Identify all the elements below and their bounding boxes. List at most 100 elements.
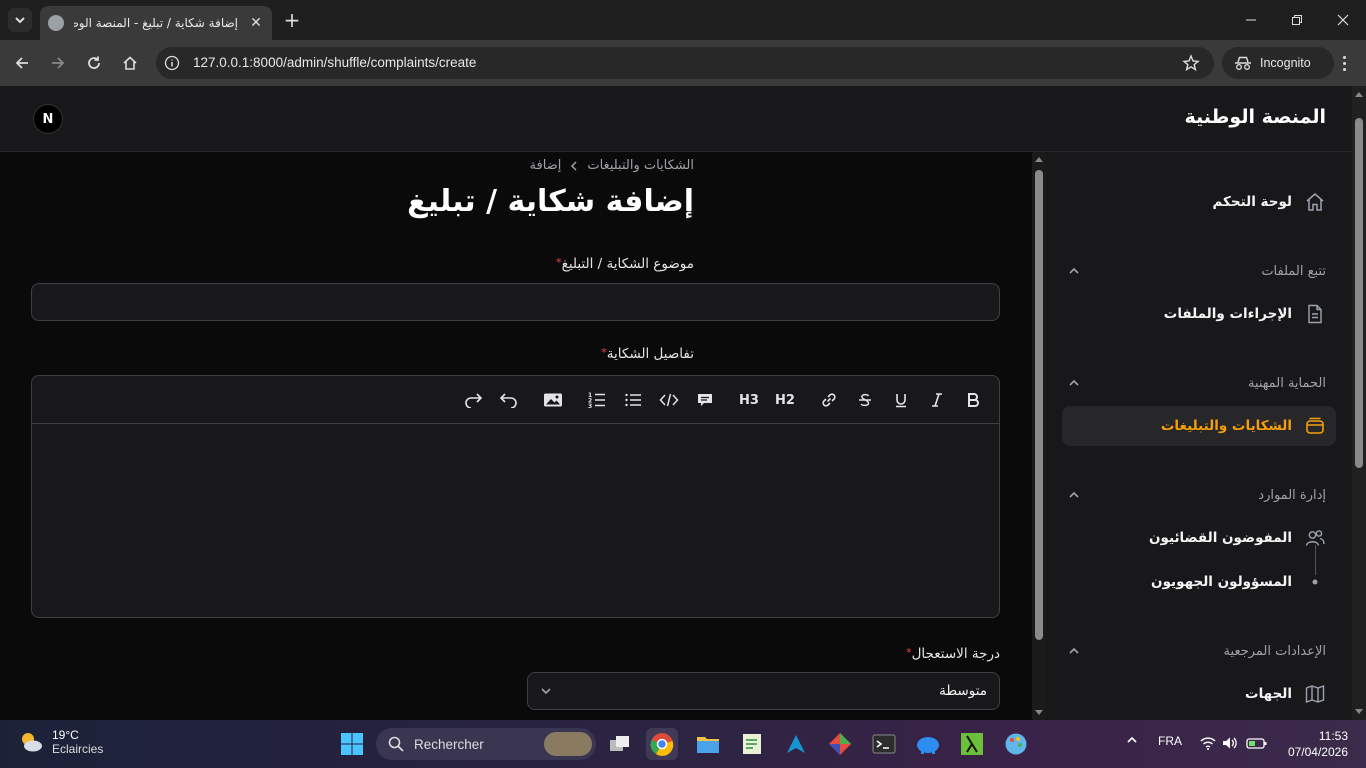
chevron-left-icon: [571, 160, 577, 171]
sidebar-item-bailiffs[interactable]: المفوضون القضائيون: [1062, 518, 1336, 558]
sidebar-item-regional-officers[interactable]: المسؤولون الجهويون: [1062, 562, 1336, 602]
link-button[interactable]: [817, 388, 841, 412]
info-icon[interactable]: [164, 55, 180, 71]
paint-app[interactable]: [1000, 728, 1032, 760]
partly-sunny-icon: [22, 733, 42, 752]
forward-button[interactable]: [46, 51, 70, 75]
page-scrollbar-thumb[interactable]: [1355, 118, 1363, 468]
tab-search-button[interactable]: [8, 8, 32, 32]
sidebar-item-label: المسؤولون الجهويون: [1151, 574, 1292, 590]
breadcrumb: الشكايات والتبليغات إضافة: [530, 158, 694, 173]
cloud-app[interactable]: [912, 728, 944, 760]
windows-icon: [341, 733, 363, 755]
ordered-list-icon: 123: [588, 392, 605, 409]
bold-icon: [968, 393, 979, 407]
attach-image-button[interactable]: [541, 388, 565, 412]
chevron-up-icon: [1069, 491, 1079, 498]
url-text: 127.0.0.1:8000/admin/shuffle/complaints/…: [193, 55, 477, 70]
sidebar-item-dashboard[interactable]: لوحة التحكم: [1062, 182, 1336, 222]
sidebar-item-complaints[interactable]: الشكايات والتبليغات: [1062, 406, 1336, 446]
main-scrollbar-thumb[interactable]: [1035, 170, 1043, 640]
home-icon: [123, 56, 137, 70]
task-view-button[interactable]: [604, 728, 636, 760]
home-button[interactable]: [118, 51, 142, 75]
start-button[interactable]: [336, 728, 368, 760]
brand-title[interactable]: المنصة الوطنية: [1185, 106, 1327, 128]
code-block-button[interactable]: [657, 388, 681, 412]
page-scrollbar[interactable]: [1352, 86, 1366, 720]
underline-icon: [896, 394, 906, 408]
sidebar-item-label: الشكايات والتبليغات: [1160, 418, 1292, 434]
tab-close-icon[interactable]: ✕: [248, 15, 264, 31]
terminal-app[interactable]: [868, 728, 900, 760]
sidebar-item-regions[interactable]: الجهات: [1062, 674, 1336, 714]
notepad-app[interactable]: [736, 728, 768, 760]
underline-button[interactable]: [889, 388, 913, 412]
browser-menu-button[interactable]: [1336, 52, 1352, 74]
sidebar-item-procedures[interactable]: الإجراءات والملفات: [1062, 294, 1336, 334]
page-title: إضافة شكاية / تبليغ: [407, 184, 694, 219]
reload-icon: [88, 56, 100, 69]
colorful-app[interactable]: [824, 728, 856, 760]
main-scrollbar[interactable]: [1032, 152, 1046, 720]
sidebar-group-label: إدارة الموارد: [1258, 487, 1326, 503]
italic-button[interactable]: [925, 388, 949, 412]
chevron-down-icon: [541, 688, 551, 695]
sidebar-group-resources[interactable]: إدارة الموارد: [1068, 483, 1326, 507]
os-taskbar: 19°C Eclaircies Rechercher FRA 11:53 07/…: [0, 720, 1366, 768]
lambda-app[interactable]: [956, 728, 988, 760]
volume-icon[interactable]: [1222, 736, 1238, 750]
blockquote-button[interactable]: [693, 388, 717, 412]
weather-condition: Eclaircies: [52, 742, 104, 756]
close-window-button[interactable]: [1320, 0, 1366, 40]
wifi-icon[interactable]: [1200, 736, 1216, 750]
undo-button[interactable]: [497, 388, 521, 412]
sidebar-group-professional-protection[interactable]: الحماية المهنية: [1068, 371, 1326, 395]
italic-icon: [932, 393, 942, 407]
clock-date: 07/04/2026: [1287, 745, 1348, 759]
ordered-list-button[interactable]: 123: [585, 388, 609, 412]
sidebar-item-label: الإجراءات والملفات: [1163, 306, 1292, 322]
notepad-icon: [743, 734, 761, 754]
breadcrumb-current: إضافة: [529, 158, 562, 173]
sidebar-group-file-tracking[interactable]: تتبع الملفات: [1068, 259, 1326, 283]
subject-label: موضوع الشكاية / التبليغ*: [556, 256, 694, 272]
inbox-icon: [1304, 415, 1326, 437]
chrome-app[interactable]: [646, 728, 678, 760]
battery-icon[interactable]: [1246, 736, 1268, 750]
dot-icon: [1304, 571, 1326, 593]
tray-overflow-button[interactable]: [1126, 734, 1138, 746]
incognito-badge[interactable]: Incognito: [1222, 47, 1334, 79]
back-button[interactable]: [10, 51, 34, 75]
globe-icon: [48, 15, 64, 31]
new-tab-button[interactable]: +: [282, 8, 302, 32]
breadcrumb-link-complaints[interactable]: الشكايات والتبليغات: [587, 158, 694, 173]
browser-tab[interactable]: إضافة شكاية / تبليغ - المنصة الوطنية ✕: [40, 6, 272, 40]
heading-3-button[interactable]: H3: [737, 388, 761, 412]
sidebar-group-label: تتبع الملفات: [1261, 263, 1326, 279]
redo-button[interactable]: [461, 388, 485, 412]
urgency-select[interactable]: متوسطة: [527, 672, 1000, 710]
avatar[interactable]: N: [33, 104, 63, 134]
minimize-button[interactable]: [1228, 0, 1274, 40]
chevron-up-icon: [1069, 647, 1079, 654]
restore-button[interactable]: [1274, 0, 1320, 40]
language-indicator[interactable]: FRA: [1158, 734, 1182, 748]
address-bar[interactable]: 127.0.0.1:8000/admin/shuffle/complaints/…: [156, 47, 1214, 79]
weather-widget[interactable]: 19°C Eclaircies: [18, 728, 103, 756]
arch-app[interactable]: [780, 728, 812, 760]
reload-button[interactable]: [82, 51, 106, 75]
heading-2-button[interactable]: H2: [773, 388, 797, 412]
subject-input[interactable]: [31, 283, 1000, 321]
bookmark-star-icon[interactable]: [1182, 54, 1200, 72]
taskbar-search[interactable]: Rechercher: [376, 728, 596, 760]
bullet-list-button[interactable]: [621, 388, 645, 412]
editor-toolbar: H2 H3 123: [32, 376, 999, 424]
sidebar-group-reference-settings[interactable]: الإعدادات المرجعية: [1068, 639, 1326, 663]
strikethrough-button[interactable]: [853, 388, 877, 412]
tab-title: إضافة شكاية / تبليغ - المنصة الوطنية: [74, 16, 238, 30]
file-explorer-app[interactable]: [692, 728, 724, 760]
bold-button[interactable]: [961, 388, 985, 412]
system-clock[interactable]: 11:53 07/04/2026: [1288, 728, 1348, 760]
details-rich-editor[interactable]: H2 H3 123: [31, 375, 1000, 618]
